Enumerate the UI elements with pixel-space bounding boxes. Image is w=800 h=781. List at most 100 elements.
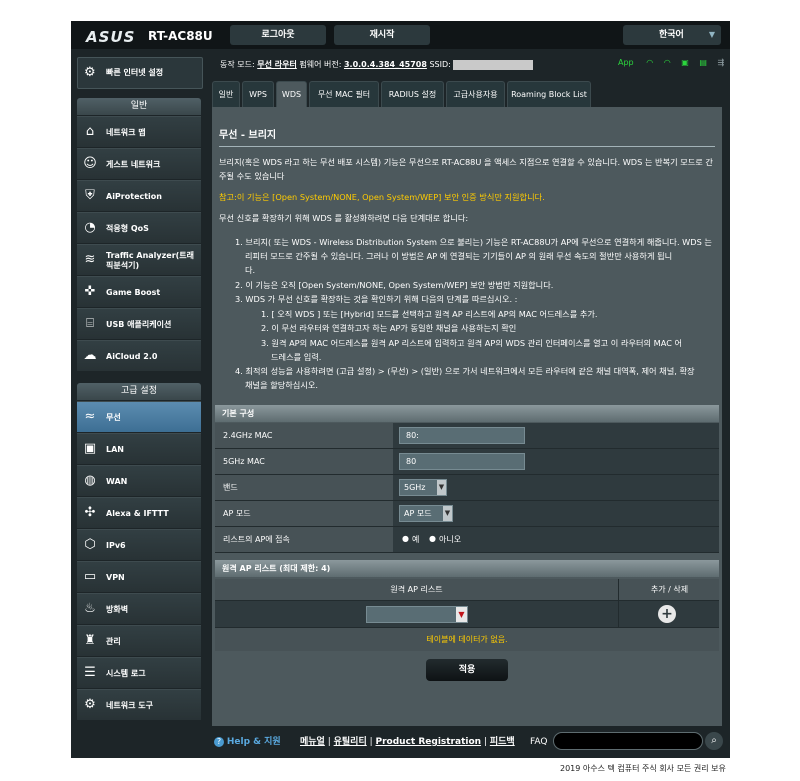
chevron-down-icon: ▼: [708, 30, 715, 39]
devices-status-icon[interactable]: ▤: [699, 58, 707, 67]
mac24-field[interactable]: 80:: [399, 427, 525, 444]
sidebar-item[interactable]: ♜ 관리: [77, 625, 201, 656]
chevron-down-icon: ▼: [456, 607, 467, 622]
ap-mode-select[interactable]: AP 모드 ▼: [399, 505, 453, 522]
utility-link[interactable]: 유틸리티: [334, 737, 367, 747]
copyright-text: 2019 아수스 텍 컴퓨터 주식 회사 모든 권리 보유: [560, 764, 726, 773]
language-label: 한국어: [659, 30, 684, 40]
sidebar-item[interactable]: ◍ WAN: [77, 465, 201, 496]
mac5-field[interactable]: 80: [399, 453, 525, 470]
page-title: 무선 - 브리지: [219, 130, 277, 141]
sidebar-item-label: 무선: [106, 412, 121, 422]
qos-icon: ◔: [84, 220, 96, 235]
sidebar-item-label: 네트워크 맵: [106, 127, 146, 137]
qis-label: 빠른 인터넷 설정: [106, 68, 164, 77]
band-row: 밴드 5GHz ▼: [215, 475, 719, 501]
mac24-label: 2.4GHz MAC: [215, 423, 393, 448]
status-icons: App ◠ ◠ ▣ ▤ ⇶: [618, 58, 724, 67]
sidebar-item-label: 시스템 로그: [106, 668, 146, 678]
no-radio[interactable]: ●: [429, 534, 436, 543]
firewall-icon: ♨: [84, 601, 96, 616]
add-ap-button[interactable]: +: [658, 605, 676, 623]
vpn-icon: ▭: [83, 569, 97, 584]
remote-ap-header: 원격 AP 리스트 (최대 제한: 4): [215, 560, 719, 577]
connect-ap-row: 리스트의 AP에 접속 ● 예 ● 아니오: [215, 527, 719, 553]
step-3-3-cont: 드레스를 입력.: [271, 352, 322, 362]
sidebar-item[interactable]: ≈ 무선: [77, 401, 201, 432]
administration-icon: ♜: [84, 633, 96, 648]
sidebar-item[interactable]: ☰ 시스템 로그: [77, 657, 201, 688]
ap-mode-label: AP 모드: [215, 501, 393, 526]
sidebar-item[interactable]: ▭ VPN: [77, 561, 201, 592]
tab[interactable]: Roaming Block List: [507, 81, 591, 107]
apply-button[interactable]: 적용: [426, 659, 508, 681]
sidebar-item[interactable]: ☺ 게스트 네트워크: [77, 148, 201, 179]
faq-search-input[interactable]: [553, 732, 703, 750]
tab[interactable]: 무선 MAC 필터: [309, 81, 379, 107]
ssid-label: SSID:: [429, 60, 451, 69]
usb-status-icon[interactable]: ⇶: [717, 58, 724, 67]
mac5-value-cell: 80: [393, 449, 719, 474]
yes-radio[interactable]: ●: [402, 534, 409, 543]
tab[interactable]: 일반: [212, 81, 240, 107]
sidebar-item[interactable]: ♨ 방화벽: [77, 593, 201, 624]
tab[interactable]: RADIUS 설정: [381, 81, 444, 107]
sidebar-item[interactable]: ⛨ AiProtection: [77, 180, 201, 211]
sidebar-item-label: 네트워크 도구: [106, 700, 153, 710]
remote-ap-select[interactable]: ▼: [366, 606, 468, 623]
status-bar: 동작 모드: 무선 라우터 펌웨어 버전: 3.0.0.4.384_45708 …: [212, 54, 724, 80]
step-2: 2. 이 기능은 오직 [Open System/NONE, Open Syst…: [235, 280, 554, 290]
sidebar-item[interactable]: ✣ Alexa & IFTTT: [77, 497, 201, 528]
sidebar-item[interactable]: ⌸ USB 애플리케이션: [77, 308, 201, 339]
tab[interactable]: WDS: [276, 81, 307, 107]
gamepad-icon: ✜: [84, 284, 96, 299]
no-label: 아니오: [439, 535, 462, 544]
ssid-value-redacted: [453, 59, 534, 70]
usb-icon: ⌸: [86, 316, 94, 331]
sidebar-item[interactable]: ✜ Game Boost: [77, 276, 201, 307]
manual-link[interactable]: 메뉴얼: [300, 737, 325, 747]
sidebar-item-label: 방화벽: [106, 604, 129, 614]
band-value-cell: 5GHz ▼: [393, 475, 719, 500]
operation-mode-link[interactable]: 무선 라우터: [257, 60, 297, 69]
advanced-section-header: 고급 설정: [77, 383, 201, 400]
add-delete-col: 추가 / 삭제: [618, 579, 720, 601]
sidebar-item[interactable]: ⌂ 네트워크 맵: [77, 116, 201, 147]
sidebar-item[interactable]: ⬡ IPv6: [77, 529, 201, 560]
tab[interactable]: WPS: [242, 81, 274, 107]
sidebar-item[interactable]: ☁ AiCloud 2.0: [77, 340, 201, 371]
basic-config-header: 기본 구성: [215, 405, 719, 422]
sidebar-item[interactable]: ◔ 적응형 QoS: [77, 212, 201, 243]
sidebar-item-label: LAN: [106, 444, 124, 454]
remote-ap-column-header: 원격 AP 리스트 추가 / 삭제: [215, 579, 719, 601]
quick-internet-setup-button[interactable]: ⚙ 빠른 인터넷 설정: [77, 57, 203, 89]
product-registration-link[interactable]: Product Registration: [376, 737, 482, 747]
step-3: 3. WDS 가 무선 신호를 확장하는 것을 확인하기 위해 다음의 단계를 …: [235, 294, 518, 304]
shield-icon: ⛨: [85, 188, 95, 203]
tab[interactable]: 고급사용자용: [446, 81, 505, 107]
sidebar-item-label: Game Boost: [106, 287, 161, 297]
wifi-status-icon[interactable]: ◠: [646, 58, 653, 67]
feedback-link[interactable]: 피드백: [490, 737, 515, 747]
sidebar-item[interactable]: ≋ Traffic Analyzer(트래픽분석기): [77, 244, 201, 275]
sidebar-item-label: IPv6: [106, 540, 126, 550]
logout-button[interactable]: 로그아웃: [230, 25, 326, 45]
sidebar-item[interactable]: ▣ LAN: [77, 433, 201, 464]
firmware-version-link[interactable]: 3.0.0.4.384_45708: [344, 60, 427, 69]
lan-icon: ▣: [83, 441, 97, 456]
sidebar-item[interactable]: ⚙ 네트워크 도구: [77, 689, 201, 720]
internet-status-icon[interactable]: ◠: [664, 58, 671, 67]
search-icon[interactable]: ⌕: [705, 732, 723, 750]
reboot-button[interactable]: 재시작: [334, 25, 430, 45]
help-support-link[interactable]: ? Help & 지원: [214, 732, 281, 752]
band-label: 밴드: [215, 475, 393, 500]
band-select[interactable]: 5GHz ▼: [399, 479, 447, 496]
network-status-icon[interactable]: ▣: [681, 58, 689, 67]
language-select[interactable]: 한국어 ▼: [623, 25, 721, 45]
column-divider: [618, 601, 619, 628]
guest-network-icon: ☺: [83, 156, 97, 171]
app-label[interactable]: App: [618, 58, 634, 67]
band-selected: 5GHz: [404, 483, 426, 492]
step-4: 4. 최적의 성능을 사용하려면 (고급 설정) > (무선) > (일반) 으…: [235, 366, 695, 376]
step-1: 1. 브리지( 또는 WDS - Wireless Distribution S…: [235, 237, 712, 247]
